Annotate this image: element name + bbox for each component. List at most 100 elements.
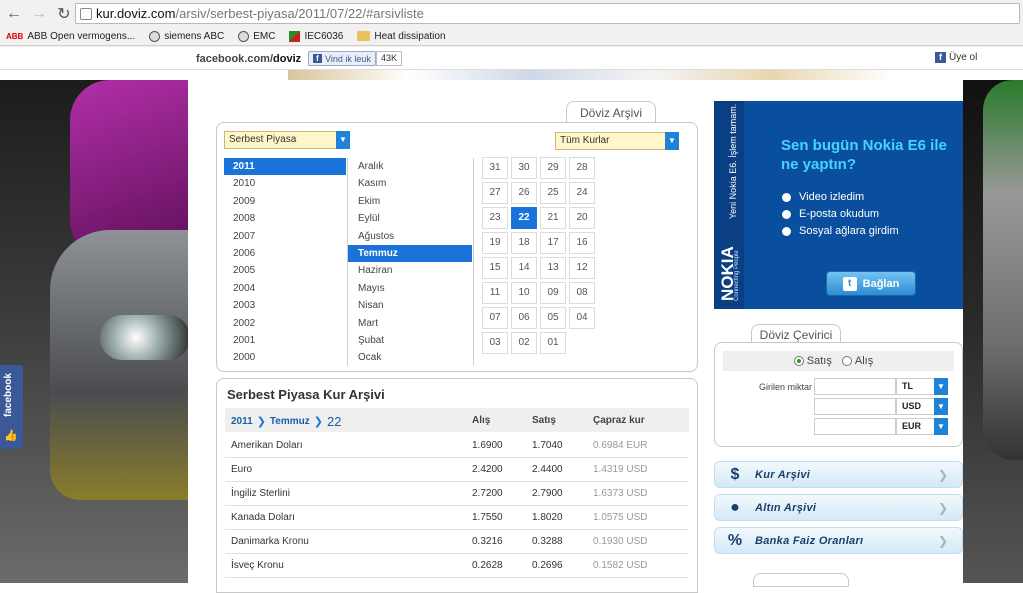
link-banka-faiz[interactable]: % Banka Faiz Oranları ❯ xyxy=(714,527,963,554)
bookmarks-bar: ABB ABB Open vermogens... siemens ABC EMC… xyxy=(0,27,1023,46)
month-item[interactable]: Aralık xyxy=(348,158,472,175)
day-cell[interactable]: 14 xyxy=(511,257,537,279)
month-item[interactable]: Ocak xyxy=(348,349,472,366)
day-cell[interactable]: 27 xyxy=(482,182,508,204)
facebook-bar: facebook.com/doviz f Vind ik leuk 43K f Üy… xyxy=(0,47,1023,70)
year-item[interactable]: 2007 xyxy=(224,228,346,245)
currency-select[interactable]: TL ▼ xyxy=(896,378,948,395)
year-item[interactable]: 2000 xyxy=(224,349,346,366)
chevron-down-icon: ▼ xyxy=(934,378,948,395)
percent-icon: % xyxy=(727,531,743,549)
rate-select[interactable]: Tüm Kurlar ▼ xyxy=(555,132,679,150)
day-cell[interactable]: 09 xyxy=(540,282,566,304)
currency-select[interactable]: EUR ▼ xyxy=(896,418,948,435)
day-cell[interactable]: 30 xyxy=(511,157,537,179)
day-cell[interactable]: 21 xyxy=(540,207,566,229)
bookmark-abb[interactable]: ABB ABB Open vermogens... xyxy=(6,31,135,42)
day-cell[interactable]: 18 xyxy=(511,232,537,254)
year-item[interactable]: 2002 xyxy=(224,315,346,332)
day-cell[interactable]: 08 xyxy=(569,282,595,304)
like-button[interactable]: f Vind ik leuk xyxy=(308,51,376,66)
ad-option[interactable]: E-posta okudum xyxy=(782,208,879,220)
currency-select[interactable]: USD ▼ xyxy=(896,398,948,415)
month-item[interactable]: Nisan xyxy=(348,297,472,314)
day-cell[interactable]: 07 xyxy=(482,307,508,329)
iec-icon xyxy=(289,30,301,42)
day-cell[interactable]: 13 xyxy=(540,257,566,279)
bookmark-iec[interactable]: IEC6036 xyxy=(289,30,343,42)
year-item[interactable]: 2011 xyxy=(224,158,346,176)
ad-connect-button[interactable]: t Bağlan xyxy=(826,271,916,296)
link-label: Banka Faiz Oranları xyxy=(755,534,864,547)
month-item[interactable]: Kasım xyxy=(348,175,472,192)
nokia-ad[interactable]: NOKIA Connecting People Yeni Nokia E6. İ… xyxy=(714,101,963,309)
breadcrumb-year[interactable]: 2011 xyxy=(231,416,253,427)
day-cell[interactable]: 01 xyxy=(540,332,566,354)
ad-option[interactable]: Video izledim xyxy=(782,191,864,203)
back-arrow-icon[interactable]: ← xyxy=(3,3,25,25)
year-item[interactable]: 2008 xyxy=(224,210,346,227)
year-item[interactable]: 2009 xyxy=(224,193,346,210)
facebook-side-tab[interactable]: facebook 👍 xyxy=(0,365,23,449)
year-item[interactable]: 2010 xyxy=(224,175,346,192)
amount-input[interactable] xyxy=(814,398,896,415)
day-cell[interactable]: 06 xyxy=(511,307,537,329)
day-cell[interactable]: 05 xyxy=(540,307,566,329)
month-item[interactable]: Temmuz xyxy=(348,244,472,263)
radio-sell[interactable] xyxy=(793,356,804,366)
month-item[interactable]: Mart xyxy=(348,315,472,332)
day-cell[interactable]: 11 xyxy=(482,282,508,304)
rate-cross: 1.4319 USD xyxy=(593,464,648,475)
link-kur-arsivi[interactable]: $ Kur Arşivi ❯ xyxy=(714,461,963,488)
day-cell[interactable]: 12 xyxy=(569,257,595,279)
radio-buy[interactable] xyxy=(841,356,852,366)
day-cell[interactable]: 28 xyxy=(569,157,595,179)
converter-panel: Satış Alış Girilen miktar TL ▼ USD ▼ EUR ▼ xyxy=(714,342,963,447)
day-cell[interactable]: 15 xyxy=(482,257,508,279)
amount-input[interactable] xyxy=(814,378,896,395)
day-cell[interactable]: 25 xyxy=(540,182,566,204)
day-cell[interactable]: 03 xyxy=(482,332,508,354)
year-item[interactable]: 2004 xyxy=(224,280,346,297)
day-cell[interactable]: 23 xyxy=(482,207,508,229)
chevron-right-icon: ❯ xyxy=(256,416,266,428)
forward-arrow-icon[interactable]: → xyxy=(28,3,50,25)
day-cell[interactable]: 16 xyxy=(569,232,595,254)
reload-icon[interactable]: ↻ xyxy=(53,3,75,25)
day-cell[interactable]: 31 xyxy=(482,157,508,179)
ad-option[interactable]: Sosyal ağlara girdim xyxy=(782,225,899,237)
link-altin-arsivi[interactable]: ● Altın Arşivi ❯ xyxy=(714,494,963,521)
day-cell[interactable]: 02 xyxy=(511,332,537,354)
rate-buy: 0.2628 xyxy=(472,560,503,571)
year-item[interactable]: 2005 xyxy=(224,262,346,279)
ad-option-label: Sosyal ağlara girdim xyxy=(799,225,899,237)
bookmark-emc[interactable]: EMC xyxy=(238,30,275,42)
day-cell[interactable]: 17 xyxy=(540,232,566,254)
facebook-domain[interactable]: facebook.com/doviz xyxy=(196,53,301,65)
bookmark-siemens[interactable]: siemens ABC xyxy=(149,30,224,42)
day-cell[interactable]: 29 xyxy=(540,157,566,179)
year-item[interactable]: 2003 xyxy=(224,297,346,314)
day-cell[interactable]: 22 xyxy=(511,207,537,229)
month-item[interactable]: Ağustos xyxy=(348,228,472,245)
market-select[interactable]: Serbest Piyasa ▼ xyxy=(224,131,350,149)
radio-icon xyxy=(782,192,791,202)
month-item[interactable]: Ekim xyxy=(348,193,472,210)
bookmark-heat[interactable]: Heat dissipation xyxy=(357,31,446,42)
day-cell[interactable]: 04 xyxy=(569,307,595,329)
address-bar[interactable]: kur.doviz.com/arsiv/serbest-piyasa/2011/… xyxy=(75,3,1020,24)
amount-input[interactable] xyxy=(814,418,896,435)
day-cell[interactable]: 26 xyxy=(511,182,537,204)
month-item[interactable]: Eylül xyxy=(348,210,472,227)
day-cell[interactable]: 19 xyxy=(482,232,508,254)
join-link[interactable]: f Üye ol xyxy=(935,52,977,63)
day-cell[interactable]: 24 xyxy=(569,182,595,204)
year-item[interactable]: 2006 xyxy=(224,245,346,262)
month-item[interactable]: Şubat xyxy=(348,332,472,349)
day-cell[interactable]: 10 xyxy=(511,282,537,304)
day-cell[interactable]: 20 xyxy=(569,207,595,229)
month-item[interactable]: Mayıs xyxy=(348,280,472,297)
month-item[interactable]: Haziran xyxy=(348,262,472,279)
year-item[interactable]: 2001 xyxy=(224,332,346,349)
breadcrumb-month[interactable]: Temmuz xyxy=(270,416,310,427)
